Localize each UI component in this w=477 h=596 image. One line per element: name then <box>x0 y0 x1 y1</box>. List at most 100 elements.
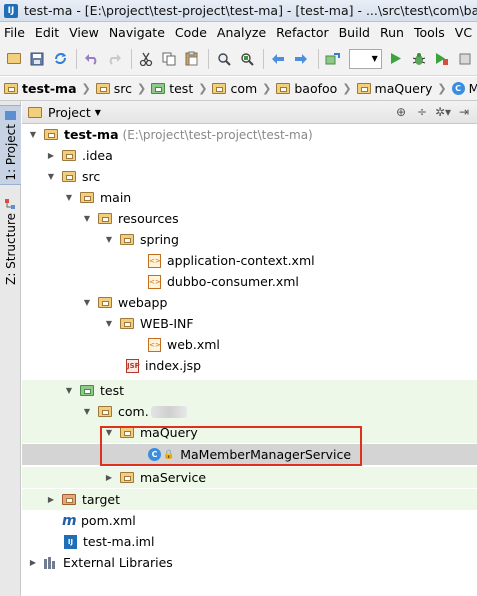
maven-icon: m <box>62 512 77 529</box>
tree-node-src[interactable]: ▼ src <box>22 166 477 187</box>
tree-node-label: maQuery <box>140 425 198 440</box>
chevron-right-icon: ❯ <box>81 82 91 95</box>
collapse-arrow-icon[interactable]: ▶ <box>46 151 56 160</box>
run-icon[interactable] <box>386 48 407 70</box>
debug-icon[interactable] <box>409 48 430 70</box>
tree-node-dubbo-consumer-xml[interactable]: <> dubbo-consumer.xml <box>22 271 477 292</box>
tree-node-application-context-xml[interactable]: <> application-context.xml <box>22 250 477 271</box>
collapse-icon[interactable]: ÷ <box>413 104 431 120</box>
paste-icon[interactable] <box>182 48 203 70</box>
expand-arrow-icon[interactable]: ▼ <box>82 298 92 307</box>
breadcrumb-item-baofoo[interactable]: baofoo <box>276 81 337 96</box>
breadcrumb-item-class[interactable]: C MaMer <box>451 81 477 96</box>
project-panel-header: Project ▼ ⊕ ÷ ✲▾ ⇥ <box>22 101 477 124</box>
menu-view[interactable]: View <box>64 25 104 40</box>
tree-node-maservice[interactable]: ▶ maService <box>22 467 477 488</box>
vcs-icon[interactable] <box>454 48 475 70</box>
menu-file[interactable]: File <box>0 25 30 40</box>
tree-node-web-xml[interactable]: <> web.xml <box>22 334 477 355</box>
save-icon[interactable] <box>27 48 48 70</box>
tab-structure[interactable]: Z: Structure <box>0 195 21 285</box>
make-icon[interactable] <box>323 48 344 70</box>
tree-node-label: target <box>82 492 121 507</box>
project-path: (E:\project\test-project\test-ma) <box>122 127 313 142</box>
breadcrumb-item-maquery[interactable]: maQuery <box>356 81 432 96</box>
tree-node-webapp[interactable]: ▼ webapp <box>22 292 477 313</box>
sync-icon[interactable] <box>50 48 71 70</box>
tree-node-idea[interactable]: ▶ .idea <box>22 145 477 166</box>
tree-node-main[interactable]: ▼ main <box>22 187 477 208</box>
breadcrumb-item-project[interactable]: test-ma <box>4 81 77 96</box>
expand-arrow-icon[interactable]: ▼ <box>28 130 38 139</box>
tree-node-index-jsp[interactable]: JSP index.jsp <box>22 355 477 376</box>
expand-arrow-icon[interactable]: ▼ <box>64 193 74 202</box>
expand-arrow-icon[interactable]: ▼ <box>82 407 92 416</box>
tree-node-com[interactable]: ▼ com. <box>22 401 477 422</box>
folder-icon <box>80 192 94 203</box>
tree-node-test-ma-iml[interactable]: IJ test-ma.iml <box>22 531 477 552</box>
menu-analyze[interactable]: Analyze <box>212 25 271 40</box>
hide-icon[interactable]: ⇥ <box>455 104 473 120</box>
back-icon[interactable] <box>268 48 289 70</box>
breadcrumb-item-src[interactable]: src <box>95 81 132 96</box>
tree-node-resources[interactable]: ▼ resources <box>22 208 477 229</box>
tree-node-pom-xml[interactable]: m pom.xml <box>22 510 477 531</box>
menu-edit[interactable]: Edit <box>30 25 64 40</box>
breadcrumb-label: baofoo <box>294 81 338 96</box>
tab-project[interactable]: 1: Project <box>0 105 21 185</box>
tab-project-label: 1: Project <box>3 124 18 181</box>
open-folder-icon[interactable] <box>4 48 25 70</box>
expand-arrow-icon[interactable]: ▼ <box>82 214 92 223</box>
tree-node-mamembermanagerservice[interactable]: C 🔒 MaMemberManagerService <box>22 444 477 465</box>
forward-icon[interactable] <box>291 48 312 70</box>
breadcrumb-label: test <box>169 81 194 96</box>
run-config-combo[interactable]: ▼ <box>349 48 382 69</box>
target-icon[interactable]: ⊕ <box>392 104 410 120</box>
tree-node-label: MaMemberManagerService <box>180 447 352 462</box>
copy-icon[interactable] <box>159 48 180 70</box>
expand-arrow-icon[interactable]: ▼ <box>46 172 56 181</box>
menu-tools[interactable]: Tools <box>409 25 450 40</box>
jsp-file-icon: JSP <box>126 358 140 373</box>
project-view-icon <box>28 106 42 118</box>
replace-icon[interactable] <box>236 48 257 70</box>
expand-arrow-icon[interactable]: ▼ <box>64 386 74 395</box>
expand-arrow-icon[interactable]: ▼ <box>104 428 114 437</box>
menu-run[interactable]: Run <box>375 25 409 40</box>
settings-icon[interactable]: ✲▾ <box>434 104 452 120</box>
menu-build[interactable]: Build <box>334 25 375 40</box>
panel-tools: ⊕ ÷ ✲▾ ⇥ <box>389 104 473 120</box>
intellij-app-icon: IJ <box>4 3 18 18</box>
tree-node-test[interactable]: ▼ test <box>22 380 477 401</box>
collapse-arrow-icon[interactable]: ▶ <box>46 495 56 504</box>
tree-node-spring[interactable]: ▼ spring <box>22 229 477 250</box>
coverage-icon[interactable] <box>431 48 452 70</box>
collapse-arrow-icon[interactable]: ▶ <box>104 473 114 482</box>
package-icon <box>120 427 134 438</box>
tree-node-web-inf[interactable]: ▼ WEB-INF <box>22 313 477 334</box>
breadcrumb-item-com[interactable]: com <box>212 81 257 96</box>
cut-icon[interactable] <box>136 48 157 70</box>
menu-navigate[interactable]: Navigate <box>104 25 170 40</box>
package-icon <box>98 406 112 417</box>
folder-icon <box>4 83 18 94</box>
menu-refactor[interactable]: Refactor <box>271 25 333 40</box>
toolbar-separator <box>131 48 132 69</box>
redo-icon[interactable] <box>104 48 125 70</box>
tree-node-external-libraries[interactable]: ▶ External Libraries <box>22 552 477 573</box>
collapse-arrow-icon[interactable]: ▶ <box>28 558 38 567</box>
tree-node-project-root[interactable]: ▼ test-ma (E:\project\test-project\test-… <box>22 124 477 145</box>
menu-vcs[interactable]: VC <box>450 25 477 40</box>
expand-arrow-icon[interactable]: ▼ <box>104 319 114 328</box>
tree-node-target[interactable]: ▶ target <box>22 489 477 510</box>
folder-icon <box>44 129 58 140</box>
breadcrumb-item-test[interactable]: test <box>151 81 193 96</box>
find-icon[interactable] <box>213 48 234 70</box>
project-view-selector[interactable]: Project ▼ <box>28 105 101 120</box>
tree-node-label: test-ma.iml <box>83 534 155 549</box>
menu-code[interactable]: Code <box>170 25 212 40</box>
folder-icon <box>62 171 76 182</box>
expand-arrow-icon[interactable]: ▼ <box>104 235 114 244</box>
tree-node-maquery[interactable]: ▼ maQuery <box>22 422 477 443</box>
undo-icon[interactable] <box>81 48 102 70</box>
